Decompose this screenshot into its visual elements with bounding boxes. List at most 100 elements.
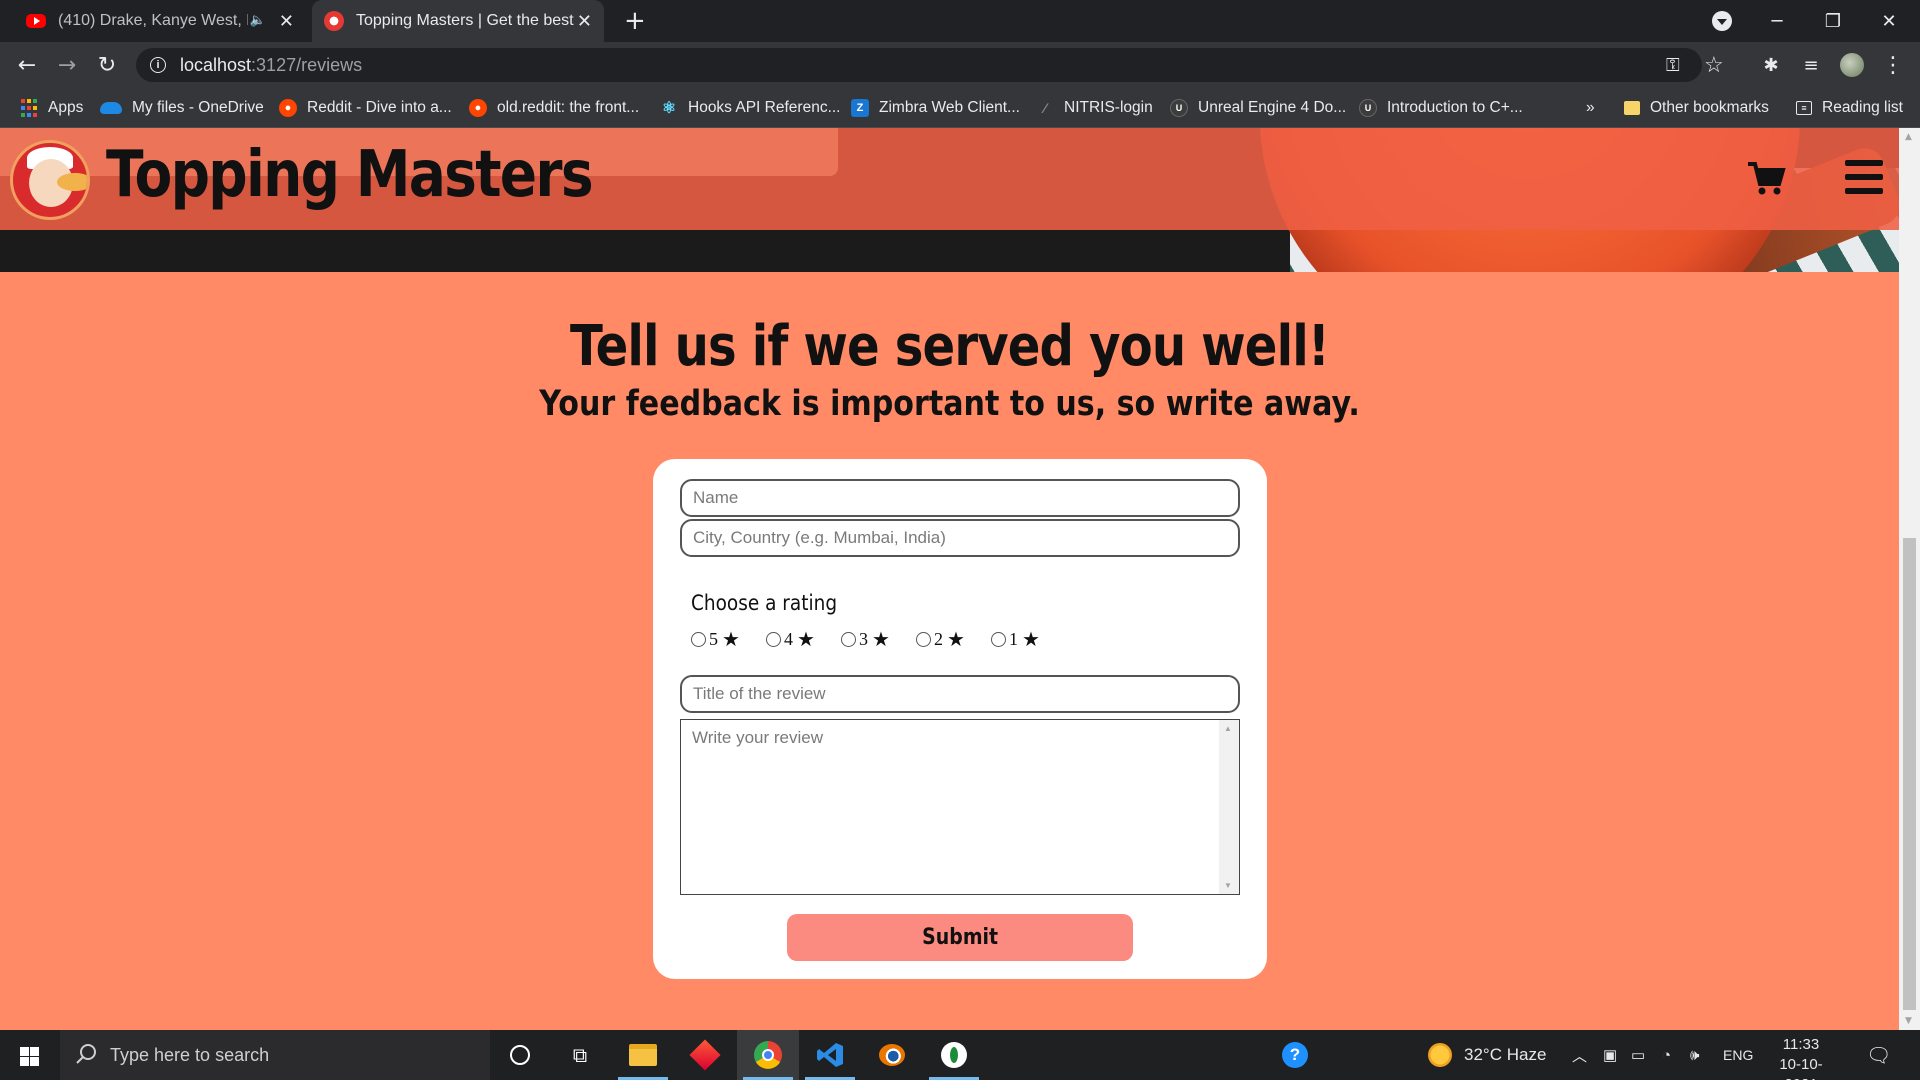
brand-name[interactable]: Topping Masters bbox=[106, 138, 594, 212]
radio-button[interactable] bbox=[841, 632, 856, 647]
restore-icon[interactable]: ❐ bbox=[1806, 0, 1860, 42]
windows-start-icon[interactable] bbox=[20, 1047, 39, 1066]
reddit-icon: ● bbox=[469, 99, 487, 117]
media-control-icon[interactable]: ≡ bbox=[1796, 50, 1826, 80]
review-textarea[interactable]: Write your review ▲ ▼ bbox=[680, 719, 1240, 895]
city-country-input[interactable] bbox=[680, 519, 1240, 557]
radio-button[interactable] bbox=[916, 632, 931, 647]
rating-option-5[interactable]: 5 ★ bbox=[691, 629, 754, 650]
review-title-input[interactable] bbox=[680, 675, 1240, 713]
close-window-icon[interactable]: ✕ bbox=[1862, 0, 1916, 42]
star-icon: ★ bbox=[872, 628, 890, 651]
rating-option-2[interactable]: 2 ★ bbox=[916, 629, 979, 650]
search-icon bbox=[76, 1044, 96, 1064]
apps-grid-icon bbox=[20, 99, 38, 117]
notifications-icon[interactable]: 🗨 bbox=[1866, 1030, 1891, 1080]
chevron-up-icon[interactable]: ︿ bbox=[1572, 1030, 1587, 1080]
submit-button[interactable]: Submit bbox=[787, 914, 1133, 961]
bookmarks-overflow[interactable]: » bbox=[1586, 88, 1595, 128]
extensions-icon[interactable]: ✱ bbox=[1756, 50, 1786, 80]
bookmark-onedrive[interactable]: My files - OneDrive bbox=[100, 88, 264, 128]
app-diamond-icon[interactable] bbox=[674, 1030, 736, 1080]
password-key-icon[interactable]: ⚿ bbox=[1666, 48, 1680, 82]
scrollbar-thumb[interactable] bbox=[1903, 538, 1916, 1010]
url-path: :3127/reviews bbox=[251, 54, 363, 75]
address-bar[interactable]: i localhost:3127/reviews ⚿ ☆ bbox=[136, 48, 1724, 82]
radio-button[interactable] bbox=[991, 632, 1006, 647]
task-view-icon[interactable]: ⧉ bbox=[549, 1030, 611, 1080]
weather-widget[interactable]: 32°C Haze bbox=[1428, 1030, 1546, 1080]
bookmark-star-icon[interactable]: ☆ bbox=[1704, 48, 1724, 82]
rating-option-3[interactable]: 3 ★ bbox=[841, 629, 904, 650]
reload-icon[interactable]: ↻ bbox=[92, 50, 122, 80]
bookmark-unreal-docs[interactable]: U Unreal Engine 4 Do... bbox=[1170, 88, 1346, 128]
site-navbar: Topping Masters bbox=[0, 128, 1899, 230]
browser-toolbar: ← → ↻ i localhost:3127/reviews ⚿ ☆ ✱ ≡ ⋮ bbox=[0, 42, 1920, 88]
taskbar-search[interactable]: Type here to search bbox=[60, 1030, 490, 1080]
youtube-icon bbox=[26, 14, 46, 28]
blender-icon[interactable] bbox=[861, 1030, 923, 1080]
cortana-icon[interactable] bbox=[489, 1030, 551, 1080]
unreal-icon: U bbox=[1170, 99, 1188, 117]
radio-button[interactable] bbox=[766, 632, 781, 647]
tab-search-icon[interactable] bbox=[1712, 11, 1732, 31]
bookmark-zimbra[interactable]: Z Zimbra Web Client... bbox=[851, 88, 1020, 128]
minimize-icon[interactable]: ─ bbox=[1750, 0, 1804, 42]
bookmark-intro-cpp[interactable]: U Introduction to C+... bbox=[1359, 88, 1523, 128]
forward-icon[interactable]: → bbox=[52, 50, 82, 80]
review-placeholder: Write your review bbox=[692, 728, 823, 747]
battery-icon[interactable]: ▭ bbox=[1631, 1030, 1645, 1080]
close-tab-icon[interactable]: ✕ bbox=[577, 11, 592, 32]
name-input[interactable] bbox=[680, 479, 1240, 517]
page-viewport: Topping Masters Tell us if we served you… bbox=[0, 128, 1899, 1030]
close-tab-icon[interactable]: ✕ bbox=[279, 11, 294, 32]
chrome-icon[interactable] bbox=[737, 1030, 799, 1080]
zimbra-icon: Z bbox=[851, 99, 869, 117]
bookmark-other[interactable]: Other bookmarks bbox=[1624, 88, 1769, 128]
review-form-card: Choose a rating 5★ 4★ 3★ 2★ 1★ Write you… bbox=[653, 459, 1267, 979]
rating-option-4[interactable]: 4 ★ bbox=[766, 629, 829, 650]
bookmark-hooks-api[interactable]: ⚛ Hooks API Referenc... bbox=[660, 88, 841, 128]
menu-icon[interactable]: ⋮ bbox=[1878, 50, 1908, 80]
tab-youtube[interactable]: (410) Drake, Kanye West, Lil Wayne 🔈 ✕ bbox=[14, 0, 306, 42]
bookmark-apps[interactable]: Apps bbox=[20, 88, 83, 128]
device-icon[interactable]: ▣ bbox=[1603, 1030, 1617, 1080]
tab-title: (410) Drake, Kanye West, Lil Wayne bbox=[58, 12, 248, 29]
page-heading: Tell us if we served you well! bbox=[569, 314, 1330, 379]
bookmark-old-reddit[interactable]: ● old.reddit: the front... bbox=[469, 88, 639, 128]
radio-button[interactable] bbox=[691, 632, 706, 647]
system-clock[interactable]: 11:33 10-10-2021 bbox=[1764, 1035, 1838, 1080]
help-icon[interactable]: ? bbox=[1282, 1030, 1308, 1080]
page-scrollbar[interactable]: ▲ ▼ bbox=[1899, 128, 1920, 1030]
site-info-icon[interactable]: i bbox=[150, 57, 166, 73]
back-icon[interactable]: ← bbox=[12, 50, 42, 80]
language-indicator[interactable]: ENG bbox=[1723, 1030, 1753, 1080]
vscode-icon[interactable] bbox=[799, 1030, 861, 1080]
bookmark-reddit[interactable]: ● Reddit - Dive into a... bbox=[279, 88, 452, 128]
reading-list[interactable]: ≡ Reading list bbox=[1796, 88, 1903, 128]
textarea-scrollbar[interactable]: ▲ ▼ bbox=[1219, 720, 1239, 894]
app-leaf-icon[interactable] bbox=[923, 1030, 985, 1080]
pizza-logo-icon bbox=[324, 11, 344, 31]
cart-icon[interactable] bbox=[1746, 158, 1786, 198]
speaker-icon[interactable]: 🔈 bbox=[250, 12, 266, 28]
react-icon: ⚛ bbox=[661, 100, 677, 117]
chef-logo[interactable] bbox=[10, 140, 90, 220]
reading-list-icon: ≡ bbox=[1796, 101, 1812, 115]
tab-topping-masters[interactable]: Topping Masters | Get the best pizza ✕ bbox=[312, 0, 604, 42]
onedrive-icon bbox=[100, 102, 122, 114]
volume-icon[interactable]: 🕪 bbox=[1690, 1030, 1699, 1080]
hamburger-menu-icon[interactable] bbox=[1845, 160, 1883, 194]
star-icon: ★ bbox=[722, 628, 740, 651]
profile-avatar[interactable] bbox=[1840, 53, 1864, 77]
hero-banner: Topping Masters bbox=[0, 128, 1899, 272]
rating-options: 5 ★ 4 ★ 3 ★ 2 ★ 1 ★ bbox=[691, 629, 1054, 650]
rating-option-1[interactable]: 1 ★ bbox=[991, 629, 1054, 650]
file-explorer-icon[interactable] bbox=[612, 1030, 674, 1080]
new-tab-button[interactable]: + bbox=[624, 6, 646, 36]
star-icon: ★ bbox=[947, 628, 965, 651]
bookmark-nitris[interactable]: ∕ NITRIS-login bbox=[1036, 88, 1153, 128]
folder-icon bbox=[1624, 101, 1640, 115]
star-icon: ★ bbox=[1022, 628, 1040, 651]
wifi-icon[interactable]: ◔ bbox=[1662, 1030, 1671, 1080]
